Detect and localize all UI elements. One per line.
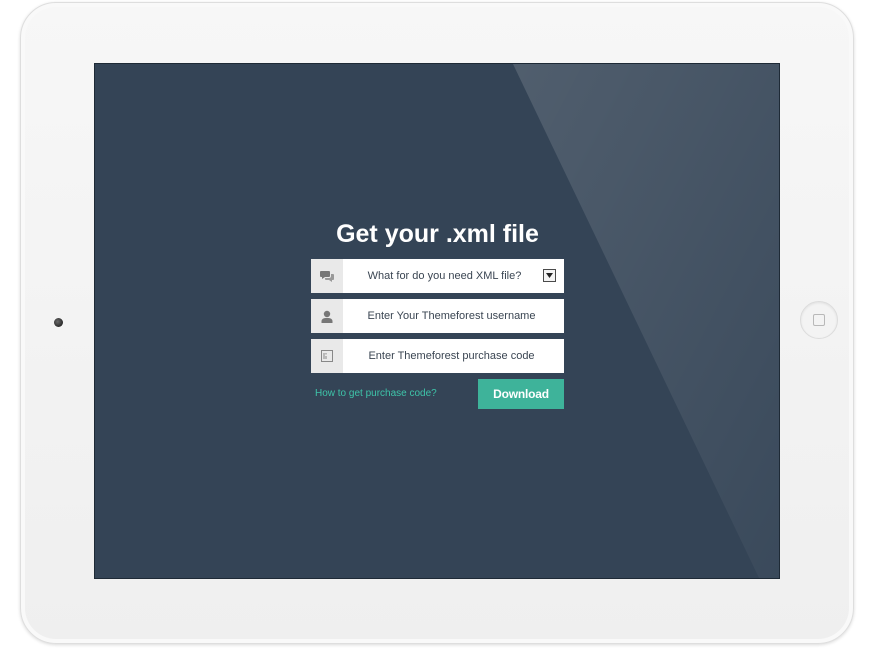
purpose-select-value: What for do you need XML file? (367, 270, 522, 282)
camera-icon (54, 318, 63, 327)
download-button[interactable]: Download (478, 379, 564, 409)
purchase-code-placeholder: Enter Themeforest purchase code (368, 350, 535, 362)
username-placeholder: Enter Your Themeforest username (367, 310, 536, 322)
xml-download-form: Get your .xml file What for do you need … (311, 219, 564, 411)
chat-bubbles-icon (311, 259, 343, 293)
purchase-code-input[interactable]: Enter Themeforest purchase code (311, 339, 564, 373)
chevron-down-icon[interactable] (543, 269, 556, 282)
tablet-screen: Get your .xml file What for do you need … (94, 63, 780, 579)
form-actions: How to get purchase code? Download (311, 379, 564, 411)
form-title: Get your .xml file (336, 220, 539, 248)
home-button[interactable] (800, 301, 838, 339)
purpose-select[interactable]: What for do you need XML file? (311, 259, 564, 293)
purchase-code-help-link[interactable]: How to get purchase code? (315, 388, 437, 399)
username-input[interactable]: Enter Your Themeforest username (311, 299, 564, 333)
home-square-icon (813, 314, 825, 326)
user-icon (311, 299, 343, 333)
barcode-icon (311, 339, 343, 373)
